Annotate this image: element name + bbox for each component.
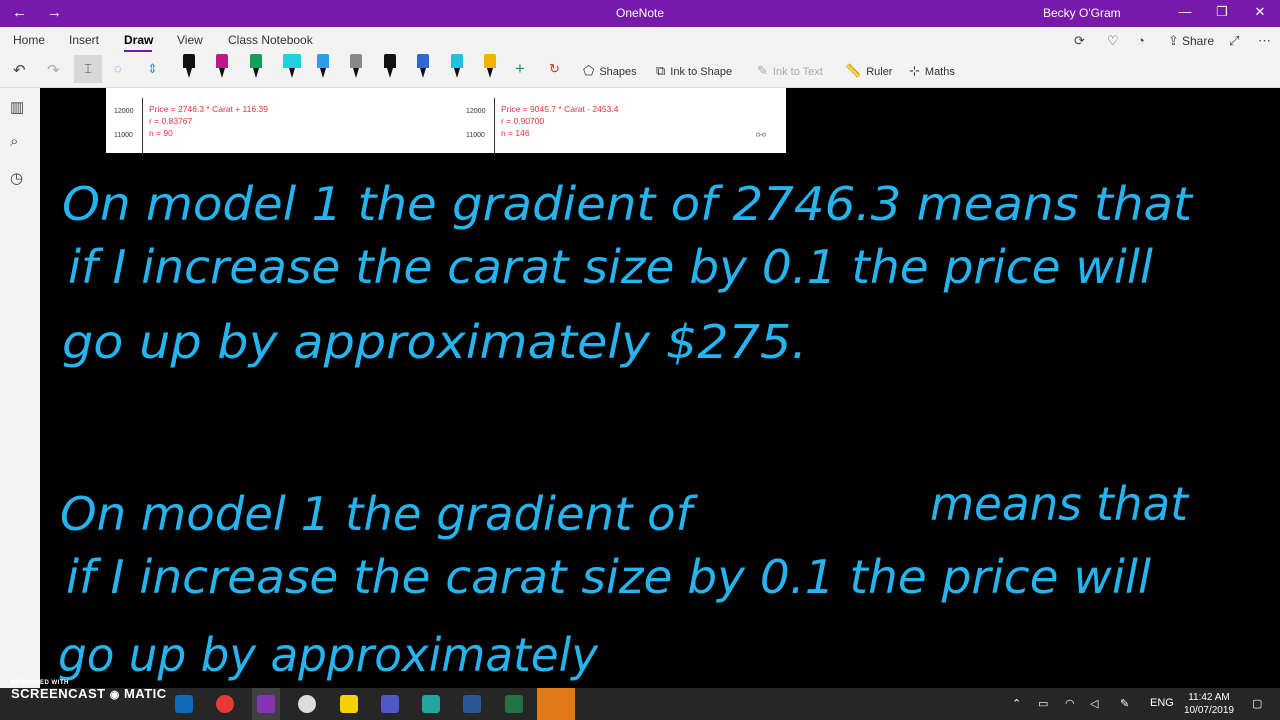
outlook-icon[interactable]	[175, 695, 193, 713]
sticky-notes-icon[interactable]	[340, 695, 358, 713]
sync-icon[interactable]: ⟳	[1074, 33, 1085, 49]
maths-button[interactable]: ⊹ Maths	[909, 63, 955, 79]
expand-icon[interactable]: ⤢	[1229, 33, 1239, 49]
pen-workspace-icon[interactable]: ✎	[1120, 697, 1129, 710]
snipping-icon[interactable]	[298, 695, 316, 713]
tab-home[interactable]: Home	[13, 33, 45, 47]
clock-date: 10/07/2019	[1183, 705, 1234, 716]
volume-icon[interactable]: ◁	[1090, 697, 1098, 710]
ink-line: On model 1 the gradient of 2746.3 means …	[62, 177, 1194, 231]
language-indicator[interactable]: ENG	[1150, 697, 1174, 709]
battery-icon[interactable]: ▭	[1038, 697, 1048, 710]
active-tab-indicator	[124, 50, 152, 52]
redo-icon[interactable]: ↷	[47, 61, 60, 79]
tab-insert[interactable]: Insert	[69, 33, 99, 47]
maths-icon: ⊹	[909, 63, 920, 78]
ruler-button[interactable]: 📏 Ruler	[845, 63, 892, 79]
lasso-select-icon[interactable]: ◌	[114, 61, 122, 76]
watermark-suffix: MATIC	[123, 686, 167, 701]
close-button[interactable]: ✕	[1245, 4, 1275, 20]
more-icon[interactable]: ⋯	[1258, 33, 1271, 49]
teams-icon[interactable]	[381, 695, 399, 713]
show-hidden-icons[interactable]: ⌃	[1012, 697, 1021, 710]
ribbon: Home Insert Draw View Class Notebook ⟳ ♡…	[0, 27, 1280, 88]
ink-to-shape-label: Ink to Shape	[670, 66, 733, 78]
active-app-highlight	[252, 688, 280, 720]
ink-to-text-button[interactable]: ✎ Ink to Text	[757, 63, 823, 79]
pen-grey[interactable]	[349, 54, 363, 80]
maps-icon[interactable]	[422, 695, 440, 713]
tab-draw[interactable]: Draw	[124, 33, 153, 47]
chrome-icon[interactable]	[216, 695, 234, 713]
ink-to-text-icon: ✎	[757, 63, 768, 78]
word-icon[interactable]	[463, 695, 481, 713]
ink-line: On model 1 the gradient of	[60, 487, 698, 541]
add-pen-icon[interactable]: +	[515, 59, 525, 79]
type-select-icon[interactable]: ⌶	[74, 55, 102, 83]
recording-app-icon[interactable]	[537, 688, 575, 720]
tab-view[interactable]: View	[177, 33, 203, 47]
ink-replay-icon[interactable]: ↻	[549, 61, 560, 77]
recent-icon[interactable]: ◷	[10, 169, 23, 187]
bell-icon[interactable]: ◔	[1137, 33, 1145, 48]
pen-magenta[interactable]	[215, 54, 229, 80]
ink-line: go up by approximately	[58, 628, 599, 682]
shapes-label: Shapes	[599, 66, 637, 78]
pen-yellow[interactable]	[483, 54, 497, 80]
title-bar: ← → OneNote Becky O'Gram — ❐ ✕	[0, 0, 1280, 27]
pen-dark-blue[interactable]	[416, 54, 430, 80]
user-name[interactable]: Becky O'Gram	[1043, 6, 1121, 20]
excel-icon[interactable]	[505, 695, 523, 713]
ink-to-text-label: Ink to Text	[772, 66, 823, 78]
shapes-button[interactable]: ⬠ Shapes	[583, 63, 637, 79]
pen-green[interactable]	[249, 54, 263, 80]
lightbulb-icon[interactable]: ♡	[1107, 33, 1119, 49]
screencast-watermark: RECORDED WITH SCREENCAST ◉ MATIC	[11, 680, 167, 701]
pen-black-2[interactable]	[383, 54, 397, 80]
ink-line: if I increase the carat size by 0.1 the …	[66, 550, 1151, 604]
notifications-icon[interactable]: ▢	[1252, 697, 1262, 710]
page-canvas[interactable]: 12000 11000 Price = 2746.3 * Carat + 116…	[40, 88, 1280, 688]
undo-icon[interactable]: ↶	[13, 61, 26, 79]
left-sidebar: ▥ ⌕ ◷	[0, 88, 40, 688]
taskbar: ⌃ ▭ ◠ ◁ ✎ ENG 11:42 AM 10/07/2019 ▢	[0, 688, 1280, 720]
ruler-icon: 📏	[845, 63, 862, 78]
pen-light-cyan[interactable]	[450, 54, 464, 80]
watermark-brand: SCREENCAST	[11, 686, 106, 701]
ink-line: if I increase the carat size by 0.1 the …	[68, 240, 1153, 294]
clock-time: 11:42 AM	[1188, 692, 1230, 703]
shapes-icon: ⬠	[583, 63, 595, 78]
share-button[interactable]: Share	[1182, 34, 1214, 48]
ink-line: means that	[930, 477, 1190, 531]
share-icon[interactable]: ⇪	[1168, 33, 1179, 49]
minimize-button[interactable]: —	[1170, 4, 1200, 19]
maths-label: Maths	[924, 66, 955, 78]
tab-class-notebook[interactable]: Class Notebook	[228, 33, 313, 47]
ruler-label: Ruler	[866, 66, 893, 78]
ink-line: go up by approximately $275.	[62, 315, 807, 369]
search-icon[interactable]: ⌕	[10, 133, 18, 150]
pen-cyan-wide[interactable]	[282, 54, 302, 80]
ink-handwriting[interactable]: On model 1 the gradient of 2746.3 means …	[40, 88, 1280, 688]
clock[interactable]: 11:42 AM 10/07/2019	[1184, 691, 1234, 717]
ink-to-shape-icon: ⧉	[656, 63, 666, 78]
watermark-dot-icon: ◉	[109, 689, 120, 701]
notebooks-icon[interactable]: ▥	[10, 98, 24, 116]
wifi-icon[interactable]: ◠	[1065, 697, 1075, 710]
restore-button[interactable]: ❐	[1207, 4, 1237, 20]
pen-black[interactable]	[182, 54, 196, 80]
pen-blue[interactable]	[316, 54, 330, 80]
add-space-icon[interactable]: ⇕	[147, 61, 158, 77]
ink-to-shape-button[interactable]: ⧉ Ink to Shape	[656, 63, 732, 79]
